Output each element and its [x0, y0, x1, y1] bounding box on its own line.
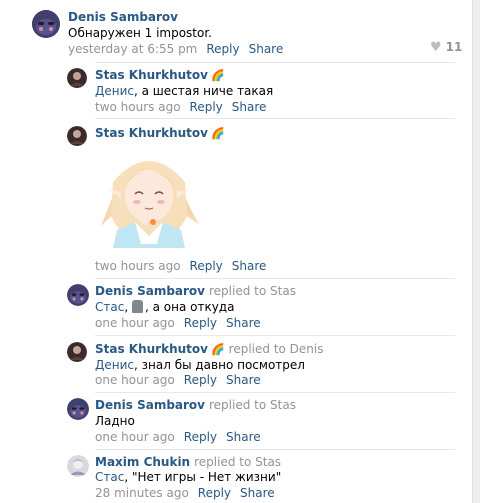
comment-author[interactable]: Denis Sambarov replied to Stas: [95, 398, 296, 412]
reply-button[interactable]: Reply: [190, 259, 223, 273]
comment-meta: two hours ago Reply Share: [95, 259, 266, 273]
comment-meta: one hour ago Reply Share: [95, 316, 261, 330]
comment-time[interactable]: one hour ago: [95, 373, 175, 387]
avatar-stas[interactable]: [67, 126, 87, 146]
mention-link[interactable]: Денис: [95, 358, 134, 372]
mention-link[interactable]: Денис: [95, 84, 134, 98]
comment-meta: yesterday at 6:55 pm Reply Share: [68, 42, 283, 56]
reply-button[interactable]: Reply: [190, 100, 223, 114]
avatar-stas[interactable]: [67, 68, 87, 88]
avatar-maxim[interactable]: [67, 455, 89, 477]
comment-time[interactable]: 28 minutes ago: [95, 486, 189, 500]
rainbow-badge-icon: 🌈: [210, 343, 225, 356]
reply-button[interactable]: Reply: [184, 316, 217, 330]
replied-to-link[interactable]: replied to Denis: [229, 342, 324, 356]
share-button[interactable]: Share: [226, 316, 261, 330]
share-button[interactable]: Share: [232, 259, 267, 273]
reply-button[interactable]: Reply: [184, 373, 217, 387]
comment-author[interactable]: Stas Khurkhutov 🌈: [95, 68, 225, 82]
comment-time[interactable]: one hour ago: [95, 316, 175, 330]
comment-text: Стас, , а она откуда: [95, 300, 235, 314]
separator: [95, 449, 455, 450]
share-button[interactable]: Share: [226, 373, 261, 387]
replied-to-link[interactable]: replied to Stas: [209, 284, 296, 298]
comment-time[interactable]: one hour ago: [95, 430, 175, 444]
comments-panel: Denis Sambarov Обнаружен 1 impostor. yes…: [0, 0, 472, 503]
page-gutter: [472, 0, 480, 503]
comment-text: Стас, "Нет игры - Нет жизни": [95, 470, 282, 484]
separator: [95, 62, 455, 63]
avatar-denis[interactable]: [67, 398, 89, 420]
reply-button[interactable]: Reply: [198, 486, 231, 500]
comment-author[interactable]: Stas Khurkhutov 🌈 replied to Denis: [95, 342, 324, 356]
rainbow-badge-icon: 🌈: [210, 127, 225, 140]
replied-to-link[interactable]: replied to Stas: [194, 455, 281, 469]
separator: [95, 278, 455, 279]
comment-meta: one hour ago Reply Share: [95, 430, 261, 444]
reply-button[interactable]: Reply: [206, 42, 239, 56]
comment-time[interactable]: two hours ago: [95, 100, 181, 114]
avatar-stas[interactable]: [67, 342, 87, 362]
comment-time[interactable]: yesterday at 6:55 pm: [68, 42, 197, 56]
comment-meta: two hours ago Reply Share: [95, 100, 266, 114]
separator: [95, 118, 455, 119]
mention-link[interactable]: Стас: [95, 300, 124, 314]
avatar-denis[interactable]: [32, 10, 60, 38]
comment-author[interactable]: Denis Sambarov replied to Stas: [95, 284, 296, 298]
replied-to-link[interactable]: replied to Stas: [209, 398, 296, 412]
rainbow-badge-icon: 🌈: [210, 69, 225, 82]
comment-meta: one hour ago Reply Share: [95, 373, 261, 387]
share-button[interactable]: Share: [232, 100, 267, 114]
separator: [95, 335, 455, 336]
comment-text: Денис, знал бы давно посмотрел: [95, 358, 305, 372]
like-button[interactable]: ♥ 11: [430, 40, 462, 55]
share-button[interactable]: Share: [249, 42, 284, 56]
comment-meta: 28 minutes ago Reply Share: [95, 486, 275, 500]
anime-girl-sticker[interactable]: [95, 146, 203, 250]
comment-text: Денис, а шестая ниче такая: [95, 84, 274, 98]
comment-text: Обнаружен 1 impostor.: [68, 26, 212, 40]
share-button[interactable]: Share: [226, 430, 261, 444]
comment-author[interactable]: Stas Khurkhutov 🌈: [95, 126, 225, 140]
share-button[interactable]: Share: [240, 486, 275, 500]
separator: [95, 392, 455, 393]
comment-author[interactable]: Denis Sambarov: [68, 10, 178, 24]
comment-text: Ладно: [95, 414, 135, 428]
like-count: 11: [445, 40, 463, 54]
comment-author[interactable]: Maxim Chukin replied to Stas: [95, 455, 281, 469]
reply-button[interactable]: Reply: [184, 430, 217, 444]
moai-emoji-icon: [131, 300, 143, 313]
mention-link[interactable]: Стас: [95, 470, 124, 484]
avatar-denis[interactable]: [67, 284, 89, 306]
heart-icon: ♥: [430, 40, 442, 55]
comment-time[interactable]: two hours ago: [95, 259, 181, 273]
